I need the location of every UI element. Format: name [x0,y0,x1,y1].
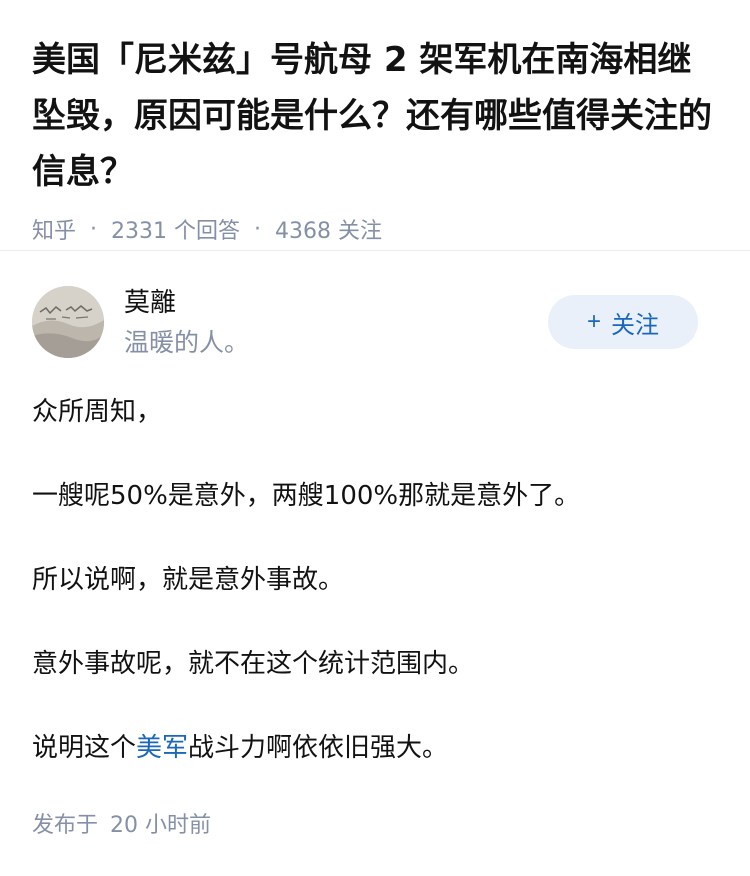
question-meta: 知乎 · 2331 个回答 · 4368 关注 [32,213,718,245]
author-card: 莫離 温暖的人。 + 关注 [32,285,718,359]
question-header: 美国「尼米兹」号航母 2 架军机在南海相继坠毁，原因可能是什么？还有哪些值得关注… [0,0,750,244]
plus-icon: + [586,308,601,335]
meta-separator: · [254,216,261,242]
meta-separator: · [90,216,98,242]
avatar[interactable] [32,286,104,358]
topic-link[interactable]: 美军 [136,733,188,763]
answer-content: 众所周知， 一艘呢50%是意外，两艘100%那就是意外了。 所以说啊，就是意外事… [32,392,722,812]
follow-label: 关注 [611,311,659,339]
published-label: 发布于 [32,813,99,838]
paragraph-text: 战斗力啊依依旧强大。 [188,733,449,763]
answer-paragraph: 说明这个美军战斗力啊依依旧强大。 [32,728,722,768]
published-time: 20 小时前 [110,813,212,838]
follow-button[interactable]: + 关注 [548,295,698,349]
avatar-image-icon [32,286,104,358]
source-label[interactable]: 知乎 [32,213,76,245]
answers-count[interactable]: 2331 个回答 [111,213,240,245]
question-title[interactable]: 美国「尼米兹」号航母 2 架军机在南海相继坠毁，原因可能是什么？还有哪些值得关注… [32,32,722,200]
followers-count: 4368 关注 [275,219,382,244]
answer-paragraph: 众所周知， [32,397,163,427]
author-bio: 温暖的人。 [124,328,250,357]
section-divider [0,250,750,251]
publish-time: 发布于 20 小时前 [32,811,211,841]
answer-paragraph: 意外事故呢，就不在这个统计范围内。 [32,649,475,679]
paragraph-text: 说明这个 [32,733,137,763]
author-name[interactable]: 莫離 [124,285,176,321]
answer-paragraph: 所以说啊，就是意外事故。 [32,565,345,595]
answer-paragraph: 一艘呢50%是意外，两艘100%那就是意外了。 [32,481,581,511]
